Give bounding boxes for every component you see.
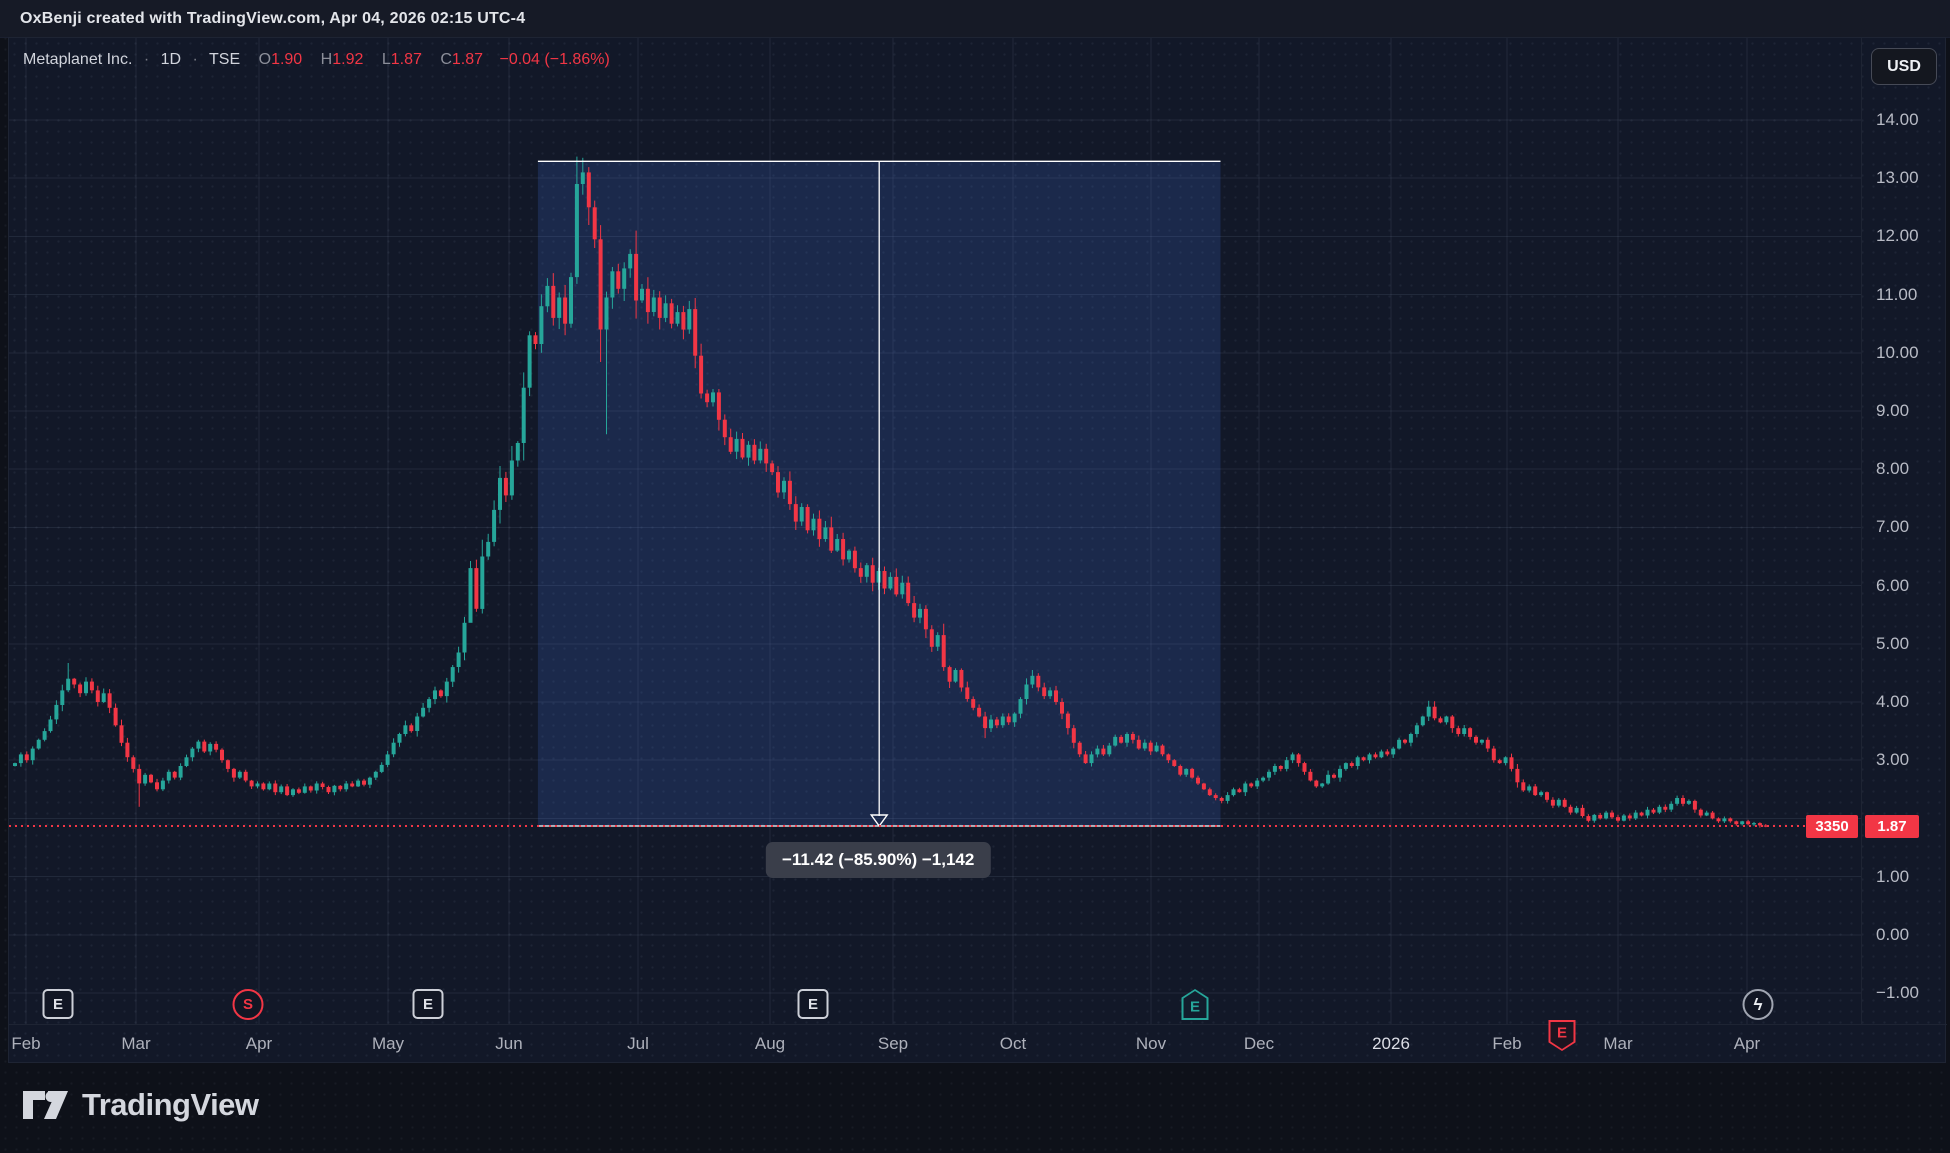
symbol-bar[interactable]: Metaplanet Inc. · 1D · TSE O1.90 H1.92 L… [23,51,610,69]
time-tick-label: Mar [1578,1025,1658,1063]
price-tick-label: −1.00 [1876,983,1919,1003]
time-tick-label: Apr [219,1025,299,1063]
price-tick-label: 9.00 [1876,401,1909,421]
open-letter: O [259,51,271,68]
time-tick-label: Sep [853,1025,933,1063]
separator-dot: · [144,51,149,68]
price-tick-label: 12.00 [1876,226,1919,246]
open-value: 1.90 [271,51,302,68]
last-price-dotted-line [9,825,1806,827]
earnings-icon[interactable]: E [413,989,444,1019]
time-tick-label: May [348,1025,428,1063]
chart-frame: E S E E E Eϟ Metaplanet Inc. · 1D · TSE O1.90… [8,37,1946,1063]
attribution-text: OxBenji created with TradingView.com, Ap… [20,10,525,28]
time-tick-label: Feb [1467,1025,1547,1063]
measure-tooltip: −11.42 (−85.90%) −1,142 [766,842,990,878]
price-axis[interactable]: USD 14.00 13.00 12.00 11.00 10.00 9.00 8.00 7.0… [1861,38,1947,1024]
change-value: −0.04 (−1.86%) [499,51,609,68]
time-tick-label: Aug [730,1025,810,1063]
price-tick-label: 5.00 [1876,634,1909,654]
bar-countdown-label: 3350 [1806,815,1858,838]
price-tick-label: 4.00 [1876,692,1909,712]
earnings-icon[interactable]: E [43,989,74,1019]
split-icon[interactable]: S [233,989,264,1020]
price-tick-label: 11.00 [1876,285,1917,305]
price-tick-label: 7.00 [1876,517,1909,537]
exchange-label: TSE [209,51,240,68]
tradingview-logo-text: TradingView [82,1087,259,1123]
earnings-beat-icon[interactable]: E [1182,989,1209,1020]
time-tick-label: Apr [1707,1025,1787,1063]
price-tick-label: 0.00 [1876,925,1909,945]
attribution-bar: OxBenji created with TradingView.com, Ap… [0,0,1950,38]
last-price-label: 1.87 [1865,815,1919,838]
time-tick-label: Jun [469,1025,549,1063]
high-letter: H [321,51,333,68]
time-tick-label: Feb [0,1025,66,1063]
price-tick-label: 6.00 [1876,576,1909,596]
separator-dot: · [193,51,198,68]
time-tick-label: 2026 [1351,1025,1431,1063]
time-axis[interactable]: FebMarAprMayJunJulAugSepOctNovDec2026Feb… [9,1024,1947,1064]
low-value: 1.87 [391,51,422,68]
price-tick-label: 3.00 [1876,750,1909,770]
currency-button[interactable]: USD [1871,48,1937,85]
time-tick-label: Oct [973,1025,1053,1063]
symbol-title[interactable]: Metaplanet Inc. [23,51,132,68]
high-value: 1.92 [332,51,363,68]
earnings-miss-icon[interactable]: E [1549,1020,1576,1051]
time-tick-label: Nov [1111,1025,1191,1063]
time-tick-label: Jul [598,1025,678,1063]
close-letter: C [440,51,452,68]
low-letter: L [382,51,391,68]
interval-label[interactable]: 1D [161,51,181,68]
earnings-icon[interactable]: E [798,989,829,1019]
time-tick-label: Mar [96,1025,176,1063]
price-tick-label: 14.00 [1876,110,1919,130]
price-tick-label: 8.00 [1876,459,1909,479]
price-tick-label: 1.00 [1876,867,1909,887]
price-tick-label: 10.00 [1876,343,1919,363]
time-tick-label: Dec [1219,1025,1299,1063]
tradingview-logo[interactable]: TradingView [22,1085,259,1125]
price-tick-label: 13.00 [1876,168,1919,188]
tradingview-logo-icon [22,1085,70,1125]
power-event-icon[interactable]: ϟ [1743,989,1774,1020]
close-value: 1.87 [452,51,483,68]
